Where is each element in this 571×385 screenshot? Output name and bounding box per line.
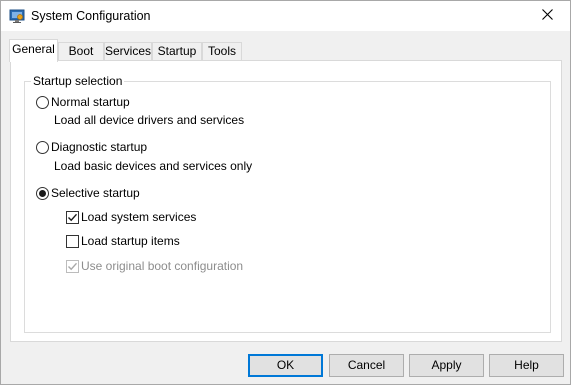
tab-boot[interactable]: Boot	[58, 42, 104, 61]
general-tab-panel: Startup selection Normal startup Load al…	[10, 60, 562, 342]
diagnostic-startup-description: Load basic devices and services only	[54, 159, 253, 173]
cancel-button[interactable]: Cancel	[329, 354, 404, 377]
help-button[interactable]: Help	[489, 354, 564, 377]
apply-button[interactable]: Apply	[409, 354, 484, 377]
title-bar[interactable]: System Configuration	[1, 1, 570, 31]
use-original-boot-config-label: Use original boot configuration	[81, 259, 244, 273]
close-button[interactable]	[524, 1, 570, 31]
startup-selection-group: Startup selection Normal startup Load al…	[24, 74, 551, 333]
normal-startup-radio[interactable]	[36, 96, 49, 109]
window-title: System Configuration	[31, 9, 151, 23]
selective-startup-radio[interactable]	[36, 187, 49, 200]
checkmark-icon	[68, 213, 78, 222]
msconfig-icon	[9, 8, 25, 24]
diagnostic-startup-radio[interactable]	[36, 141, 49, 154]
normal-startup-label[interactable]: Normal startup	[51, 95, 130, 109]
normal-startup-description: Load all device drivers and services	[54, 113, 245, 127]
load-system-services-label[interactable]: Load system services	[81, 210, 196, 224]
close-icon	[541, 9, 553, 23]
load-system-services-checkbox[interactable]	[66, 211, 79, 224]
tab-startup[interactable]: Startup	[152, 42, 202, 61]
use-original-boot-config-checkbox	[66, 260, 79, 273]
ok-button[interactable]: OK	[248, 354, 323, 377]
tab-general[interactable]: General	[9, 39, 58, 62]
system-configuration-window: System Configuration General Boot Servic…	[0, 0, 571, 385]
startup-selection-legend: Startup selection	[31, 74, 125, 88]
checkmark-icon	[68, 262, 78, 271]
selective-startup-label[interactable]: Selective startup	[51, 186, 140, 200]
tab-services[interactable]: Services	[104, 42, 152, 61]
load-startup-items-label[interactable]: Load startup items	[81, 234, 180, 248]
tab-tools[interactable]: Tools	[202, 42, 242, 61]
diagnostic-startup-label[interactable]: Diagnostic startup	[51, 140, 147, 154]
load-startup-items-checkbox[interactable]	[66, 235, 79, 248]
